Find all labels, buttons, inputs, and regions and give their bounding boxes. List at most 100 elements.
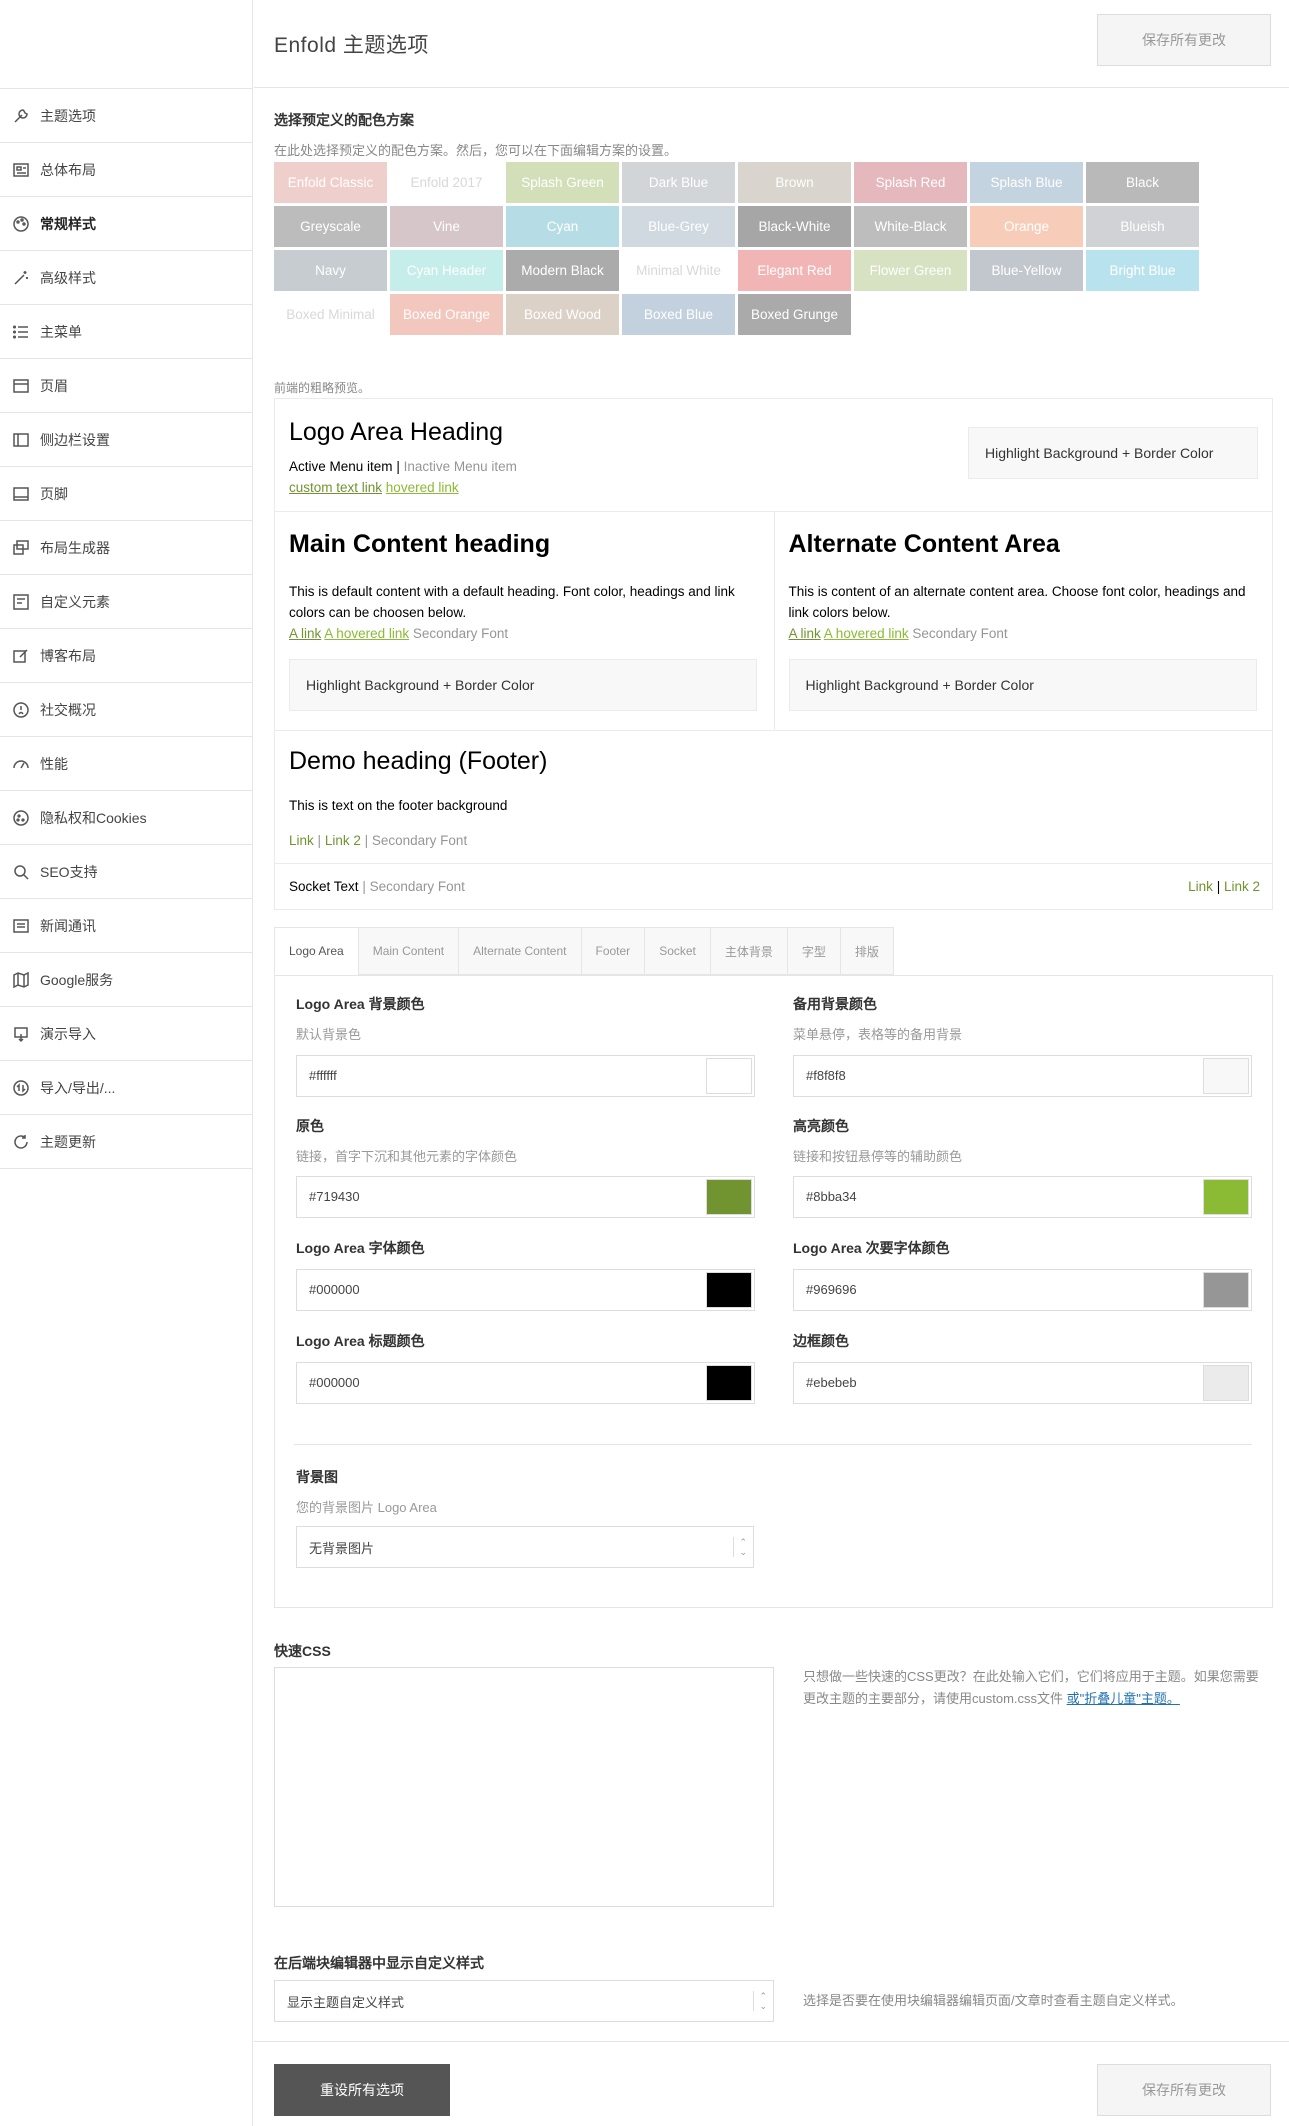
alt-a-link[interactable]: A link <box>789 626 821 641</box>
inactive-menu-item: Inactive Menu item <box>403 459 517 474</box>
color-field-label: 高亮颜色 <box>793 1118 849 1134</box>
tab-7[interactable]: 排版 <box>839 927 894 975</box>
hovered-link[interactable]: hovered link <box>386 480 459 495</box>
scheme-swatch[interactable]: Enfold 2017 <box>390 162 503 203</box>
scheme-swatch[interactable]: Minimal White <box>622 250 735 291</box>
frontend-preview: Logo Area Heading Active Menu item | Ina… <box>274 398 1273 910</box>
scheme-swatch[interactable]: Splash Red <box>854 162 967 203</box>
color-swatch-picker[interactable] <box>1203 1058 1249 1094</box>
scheme-swatch[interactable]: Blue-Grey <box>622 206 735 247</box>
color-input[interactable]: #ffffff <box>296 1055 755 1097</box>
bg-image-label: 背景图 <box>296 1469 338 1485</box>
scheme-swatch[interactable]: Elegant Red <box>738 250 851 291</box>
child-theme-link[interactable]: 或"折叠儿童"主题。 <box>1067 1691 1180 1706</box>
scheme-swatch[interactable]: Flower Green <box>854 250 967 291</box>
socket-link-2[interactable]: Link 2 <box>1224 879 1260 894</box>
sidebar-item-11[interactable]: 社交概况 <box>0 683 253 737</box>
color-input[interactable]: #f8f8f8 <box>793 1055 1252 1097</box>
footer-link-2[interactable]: Link 2 <box>325 833 361 848</box>
cookie-icon <box>12 809 30 827</box>
color-input[interactable]: #969696 <box>793 1269 1252 1311</box>
scheme-swatch[interactable]: Greyscale <box>274 206 387 247</box>
scheme-swatch[interactable]: Brown <box>738 162 851 203</box>
color-input[interactable]: #ebebeb <box>793 1362 1252 1404</box>
color-input[interactable]: #719430 <box>296 1176 755 1218</box>
tab-5[interactable]: 主体背景 <box>709 927 787 975</box>
color-input[interactable]: #000000 <box>296 1362 755 1404</box>
custom-text-link[interactable]: custom text link <box>289 480 382 495</box>
scheme-swatch[interactable]: Modern Black <box>506 250 619 291</box>
color-swatch-picker[interactable] <box>1203 1365 1249 1401</box>
scheme-swatch[interactable]: Boxed Minimal <box>274 294 387 335</box>
save-all-button-bottom[interactable]: 保存所有更改 <box>1097 2064 1271 2116</box>
scheme-swatch[interactable]: Cyan Header <box>390 250 503 291</box>
scheme-swatch[interactable]: Splash Blue <box>970 162 1083 203</box>
sidebar-item-7[interactable]: 页脚 <box>0 467 253 521</box>
sidebar-item-6[interactable]: 侧边栏设置 <box>0 413 253 467</box>
scheme-swatch[interactable]: Bright Blue <box>1086 250 1199 291</box>
sidebar-item-4[interactable]: 主菜单 <box>0 305 253 359</box>
main-hovered-link[interactable]: A hovered link <box>324 626 409 641</box>
alt-secondary-font: Secondary Font <box>912 626 1008 641</box>
builder-icon <box>12 539 30 557</box>
sidebar-item-1[interactable]: 总体布局 <box>0 143 253 197</box>
sidebar-item-13[interactable]: 隐私权和Cookies <box>0 791 253 845</box>
scheme-swatch[interactable]: Black-White <box>738 206 851 247</box>
scheme-swatch[interactable]: Navy <box>274 250 387 291</box>
color-swatch-picker[interactable] <box>1203 1179 1249 1215</box>
sidebar-item-0[interactable]: 主题选项 <box>0 89 253 143</box>
scheme-swatch[interactable]: Orange <box>970 206 1083 247</box>
tab-1[interactable]: Main Content <box>357 927 459 975</box>
alt-hovered-link[interactable]: A hovered link <box>824 626 909 641</box>
scheme-swatch[interactable]: Enfold Classic <box>274 162 387 203</box>
scheme-swatch[interactable]: Black <box>1086 162 1199 203</box>
main-a-link[interactable]: A link <box>289 626 321 641</box>
sidebar-item-19[interactable]: 主题更新 <box>0 1115 253 1169</box>
scheme-swatch[interactable]: Boxed Grunge <box>738 294 851 335</box>
scheme-swatch[interactable]: Boxed Blue <box>622 294 735 335</box>
sidebar-item-17[interactable]: 演示导入 <box>0 1007 253 1061</box>
scheme-swatch[interactable]: Blueish <box>1086 206 1199 247</box>
color-swatch-picker[interactable] <box>706 1365 752 1401</box>
reset-all-button[interactable]: 重设所有选项 <box>274 2064 450 2116</box>
color-swatch-picker[interactable] <box>1203 1272 1249 1308</box>
sidebar-item-18[interactable]: 导入/导出/... <box>0 1061 253 1115</box>
tab-3[interactable]: Footer <box>580 927 645 975</box>
sidebar-item-15[interactable]: 新闻通讯 <box>0 899 253 953</box>
wrench-icon <box>12 107 30 125</box>
sidebar-item-8[interactable]: 布局生成器 <box>0 521 253 575</box>
scheme-swatch[interactable]: Vine <box>390 206 503 247</box>
scheme-swatch[interactable]: Splash Green <box>506 162 619 203</box>
scheme-swatch[interactable]: Blue-Yellow <box>970 250 1083 291</box>
sidebar-item-label: 博客布局 <box>40 647 96 664</box>
quick-css-textarea[interactable] <box>274 1667 774 1907</box>
scheme-swatch[interactable]: Cyan <box>506 206 619 247</box>
tab-2[interactable]: Alternate Content <box>458 927 581 975</box>
sidebar-item-12[interactable]: 性能 <box>0 737 253 791</box>
block-editor-select[interactable]: 显示主题自定义样式 ⌃ ⌄ <box>274 1980 774 2022</box>
color-swatch-picker[interactable] <box>706 1272 752 1308</box>
bg-image-select[interactable]: 无背景图片 ⌃ ⌄ <box>296 1526 754 1568</box>
color-input[interactable]: #000000 <box>296 1269 755 1311</box>
save-all-button[interactable]: 保存所有更改 <box>1097 14 1271 66</box>
scheme-swatch[interactable]: Boxed Orange <box>390 294 503 335</box>
sidebar-item-2[interactable]: 常规样式 <box>0 197 253 251</box>
color-input[interactable]: #8bba34 <box>793 1176 1252 1218</box>
sidebar-item-9[interactable]: 自定义元素 <box>0 575 253 629</box>
scheme-swatch[interactable]: Dark Blue <box>622 162 735 203</box>
color-swatch-picker[interactable] <box>706 1179 752 1215</box>
sidebar-item-10[interactable]: 博客布局 <box>0 629 253 683</box>
sidebar-item-16[interactable]: Google服务 <box>0 953 253 1007</box>
sidebar-item-14[interactable]: SEO支持 <box>0 845 253 899</box>
scheme-swatch[interactable]: White-Black <box>854 206 967 247</box>
sidebar-item-3[interactable]: 高级样式 <box>0 251 253 305</box>
scheme-swatch[interactable]: Boxed Wood <box>506 294 619 335</box>
tab-4[interactable]: Socket <box>644 927 710 975</box>
footer-links-line: Link | Link 2 | Secondary Font <box>289 830 467 851</box>
color-swatch-picker[interactable] <box>706 1058 752 1094</box>
sidebar-item-5[interactable]: 页眉 <box>0 359 253 413</box>
socket-link[interactable]: Link <box>1188 879 1213 894</box>
tab-6[interactable]: 字型 <box>786 927 840 975</box>
tab-0[interactable]: Logo Area <box>274 927 358 975</box>
footer-link[interactable]: Link <box>289 833 314 848</box>
